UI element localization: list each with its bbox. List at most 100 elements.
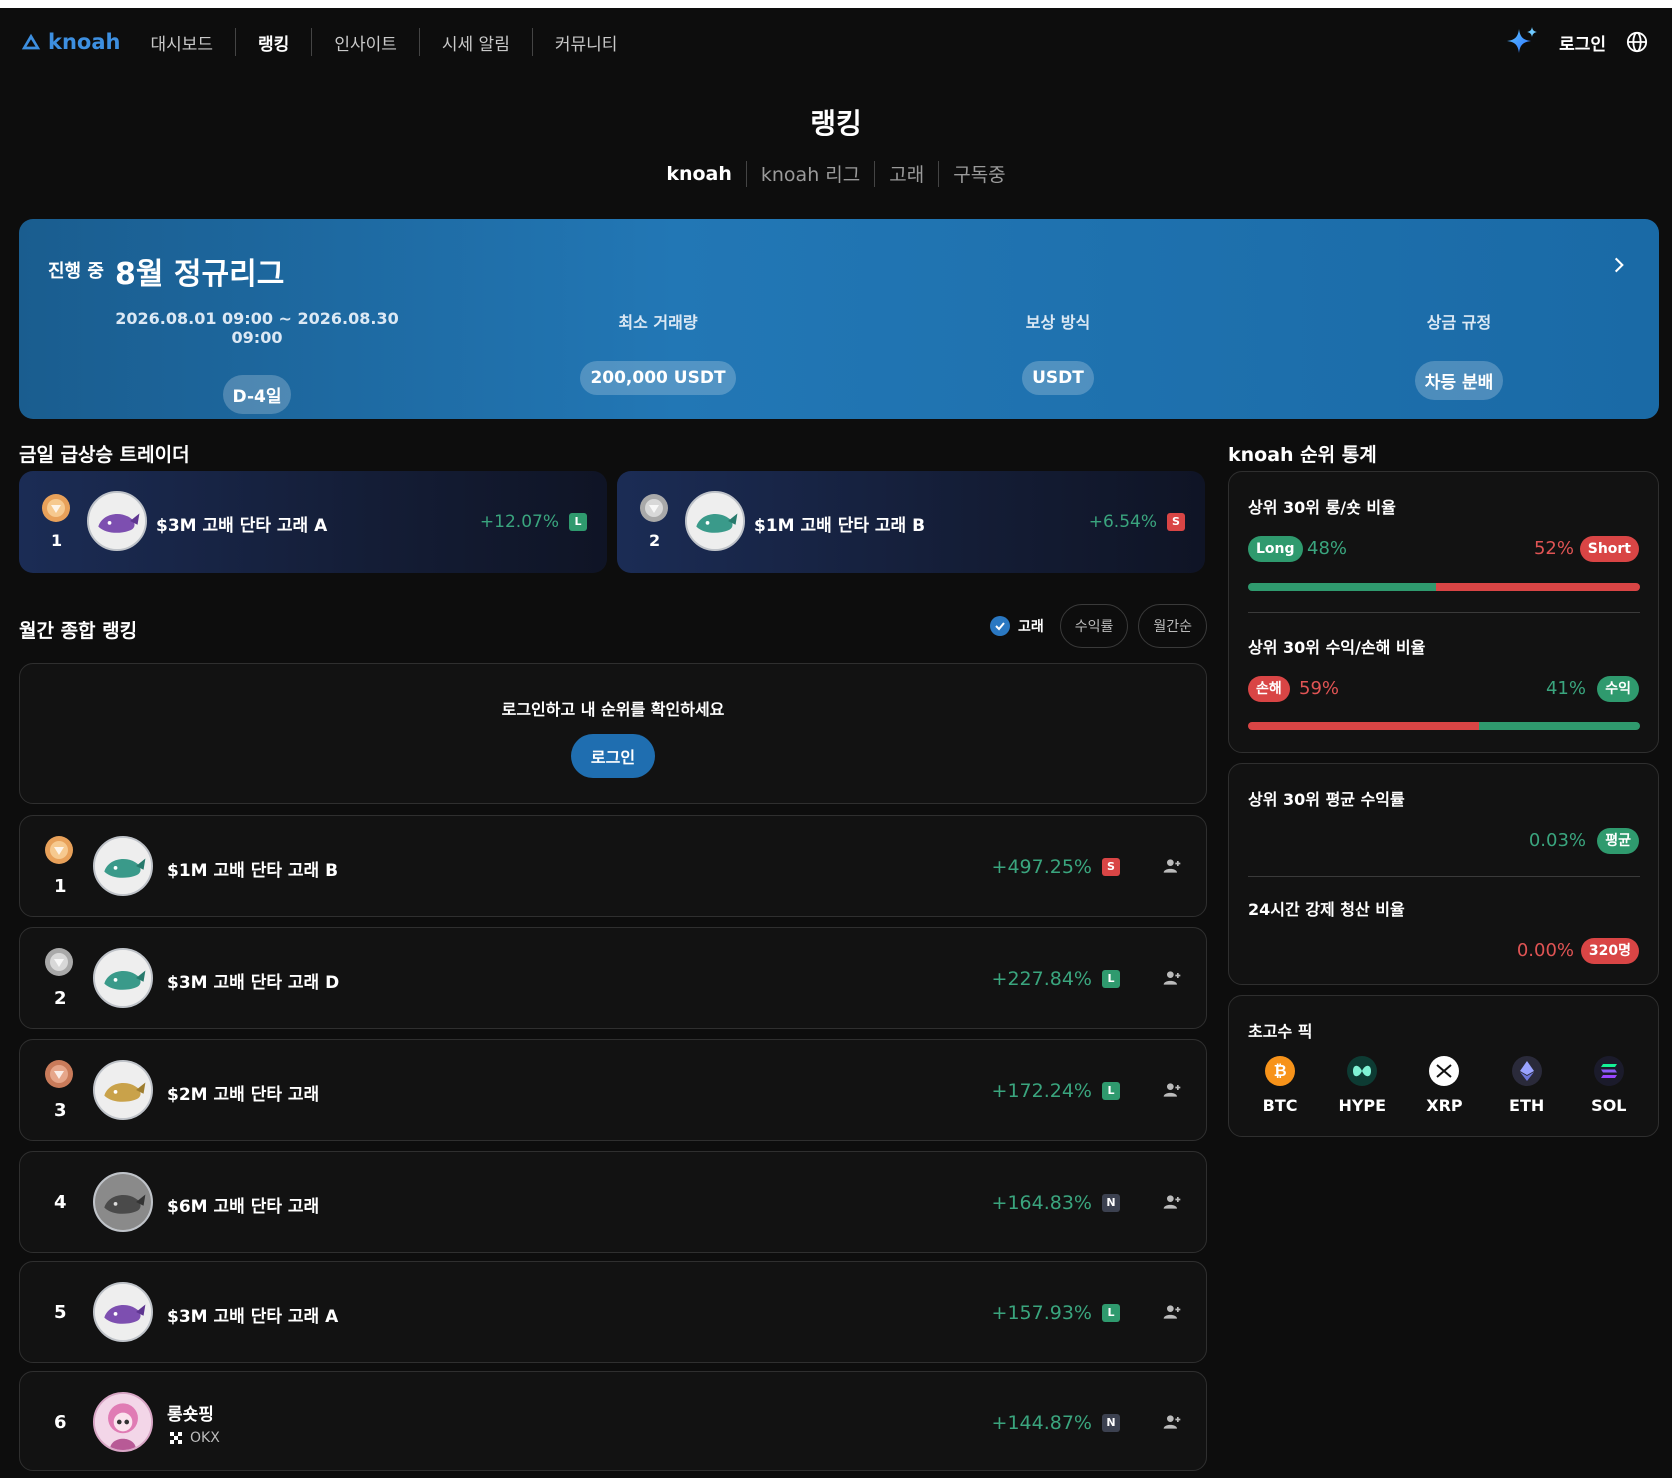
nav-item-community[interactable]: 커뮤니티 [533,30,640,55]
trader-return: +172.24% [991,1080,1092,1102]
silver-medal-icon [45,948,73,976]
league-reward-type-value: USDT [1022,361,1094,395]
trader-name[interactable]: 롱숏핑 [167,1400,214,1425]
coin-eth[interactable]: ETH [1492,1056,1562,1115]
league-period-label: 2026.08.01 09:00 ~ 2026.08.30 09:00 [115,309,399,347]
coin-symbol: HYPE [1338,1096,1387,1115]
league-prize-rule-label: 상금 규정 [1426,313,1492,332]
whale-avatar-gold [93,1060,153,1120]
follow-user-icon[interactable] [1162,1412,1182,1432]
gold-medal-icon [42,494,70,522]
tab-subscribed[interactable]: 구독중 [939,160,1019,187]
chevron-right-icon[interactable] [1609,255,1629,275]
league-period: 2026.08.01 09:00 ~ 2026.08.30 09:00 D-4일 [107,309,407,414]
short-bar-fill [1436,583,1640,591]
monthly-ranking-title: 월간 종합 랭킹 [19,620,138,642]
coin-sol[interactable]: SOL [1574,1056,1644,1115]
ranking-row[interactable]: 1 $1M 고배 단타 고래 B +497.25% S [19,815,1207,917]
league-status: 진행 중 [48,261,104,282]
nav-login-button[interactable]: 로그인 [1559,30,1606,55]
league-title: 8월 정규리그 [115,257,285,292]
trader-name[interactable]: $3M 고배 단타 고래 A [167,1302,338,1327]
long-short-label: 상위 30위 롱/숏 비율 [1248,498,1396,517]
top-picks-title: 초고수 픽 [1248,1022,1313,1041]
ranking-rank: 5 [54,1302,67,1323]
whale-filter-checkbox[interactable]: 고래 [989,616,1044,636]
whale-filter-label: 고래 [1017,619,1044,635]
whale-avatar-purple [93,1282,153,1342]
league-min-volume-value: 200,000 USDT [580,361,736,395]
follow-user-icon[interactable] [1162,1192,1182,1212]
loss-badge: 손해 [1248,676,1290,702]
follow-user-icon[interactable] [1162,1302,1182,1322]
coin-hype[interactable]: HYPE [1327,1056,1397,1115]
whale-avatar-purple [87,491,147,551]
coin-symbol: ETH [1509,1096,1545,1115]
league-min-volume: 최소 거래량 200,000 USDT [508,309,808,395]
nav-item-dashboard[interactable]: 대시보드 [140,30,235,55]
follow-user-icon[interactable] [1162,1080,1182,1100]
trader-name[interactable]: $3M 고배 단타 고래 D [167,968,339,993]
profit-badge: 수익 [1597,676,1639,702]
ranking-row[interactable]: 5 $3M 고배 단타 고래 A +157.93% L [19,1261,1207,1363]
stats-divider [1248,876,1640,877]
avg-return-value: 0.03% [1528,830,1586,851]
logo[interactable]: knoah [20,30,120,54]
coin-symbol: SOL [1591,1096,1627,1115]
ranking-rank: 4 [54,1192,67,1213]
coin-symbol: BTC [1262,1096,1298,1115]
nav-item-price-alert[interactable]: 시세 알림 [420,30,532,55]
follow-user-icon[interactable] [1162,968,1182,988]
return-stats-card: 상위 30위 평균 수익률 0.03% 평균 24시간 강제 청산 비율 0.0… [1228,763,1659,985]
league-banner[interactable]: 진행 중 8월 정규리그 2026.08.01 09:00 ~ 2026.08.… [19,219,1659,419]
globe-icon[interactable] [1626,31,1648,53]
liquidation-count-badge: 320명 [1580,938,1639,964]
riser-return: +12.07% [479,512,559,532]
position-tag-long: L [569,513,587,531]
ranking-row[interactable]: 4 $6M 고배 단타 고래 +164.83% N [19,1151,1207,1253]
stats-divider [1248,612,1640,613]
trader-name[interactable]: $6M 고배 단타 고래 [167,1192,319,1217]
nav-item-insight[interactable]: 인사이트 [312,30,419,55]
whale-avatar-teal [685,491,745,551]
follow-user-icon[interactable] [1162,856,1182,876]
position-tag-long: L [1102,1304,1120,1322]
riser-card[interactable]: 1 $3M 고배 단타 고래 A +12.07% L [19,471,607,573]
coin-list: ₿ BTC HYPE XRP ETH SOL [1229,1056,1660,1115]
short-badge: Short [1579,536,1639,562]
tab-knoah-league[interactable]: knoah 리그 [747,160,874,187]
tab-knoah[interactable]: knoah [652,163,746,185]
ranking-rank: 1 [54,876,67,897]
login-prompt-card: 로그인하고 내 순위를 확인하세요 로그인 [19,663,1207,804]
trader-name[interactable]: $1M 고배 단타 고래 B [167,856,338,881]
riser-rank: 2 [649,531,661,550]
tab-whale[interactable]: 고래 [875,160,938,187]
trader-return: +164.83% [991,1192,1092,1214]
ranking-row[interactable]: 6 롱숏핑 OKX +144.87% N [19,1371,1207,1471]
xrp-icon [1429,1056,1460,1086]
bronze-medal-icon [45,1060,73,1088]
whale-avatar-teal [93,948,153,1008]
coin-xrp[interactable]: XRP [1409,1056,1479,1115]
sort-by-return-button[interactable]: 수익률 [1059,604,1129,648]
long-bar-fill [1248,583,1437,591]
nav-item-ranking[interactable]: 랭킹 [236,30,311,55]
character-avatar-pink [93,1392,153,1452]
league-reward-type: 보상 방식 USDT [908,309,1208,395]
bitcoin-icon: ₿ [1265,1056,1296,1086]
sparkle-ai-icon[interactable] [1505,25,1539,59]
riser-card[interactable]: 2 $1M 고배 단타 고래 B +6.54% S [617,471,1205,573]
hype-icon [1347,1056,1378,1086]
trader-return: +157.93% [991,1302,1092,1324]
ranking-row[interactable]: 3 $2M 고배 단타 고래 +172.24% L [19,1039,1207,1141]
trader-name[interactable]: $2M 고배 단타 고래 [167,1080,319,1105]
long-percent: 48% [1307,538,1348,559]
coin-btc[interactable]: ₿ BTC [1245,1056,1315,1115]
ranking-row[interactable]: 2 $3M 고배 단타 고래 D +227.84% L [19,927,1207,1029]
sort-by-month-button[interactable]: 월간순 [1138,604,1207,648]
risers-title: 금일 급상승 트레이더 [19,444,190,466]
trader-return: +144.87% [991,1412,1092,1434]
long-short-bar [1248,583,1640,591]
solana-icon [1593,1056,1624,1086]
login-button[interactable]: 로그인 [570,734,656,778]
